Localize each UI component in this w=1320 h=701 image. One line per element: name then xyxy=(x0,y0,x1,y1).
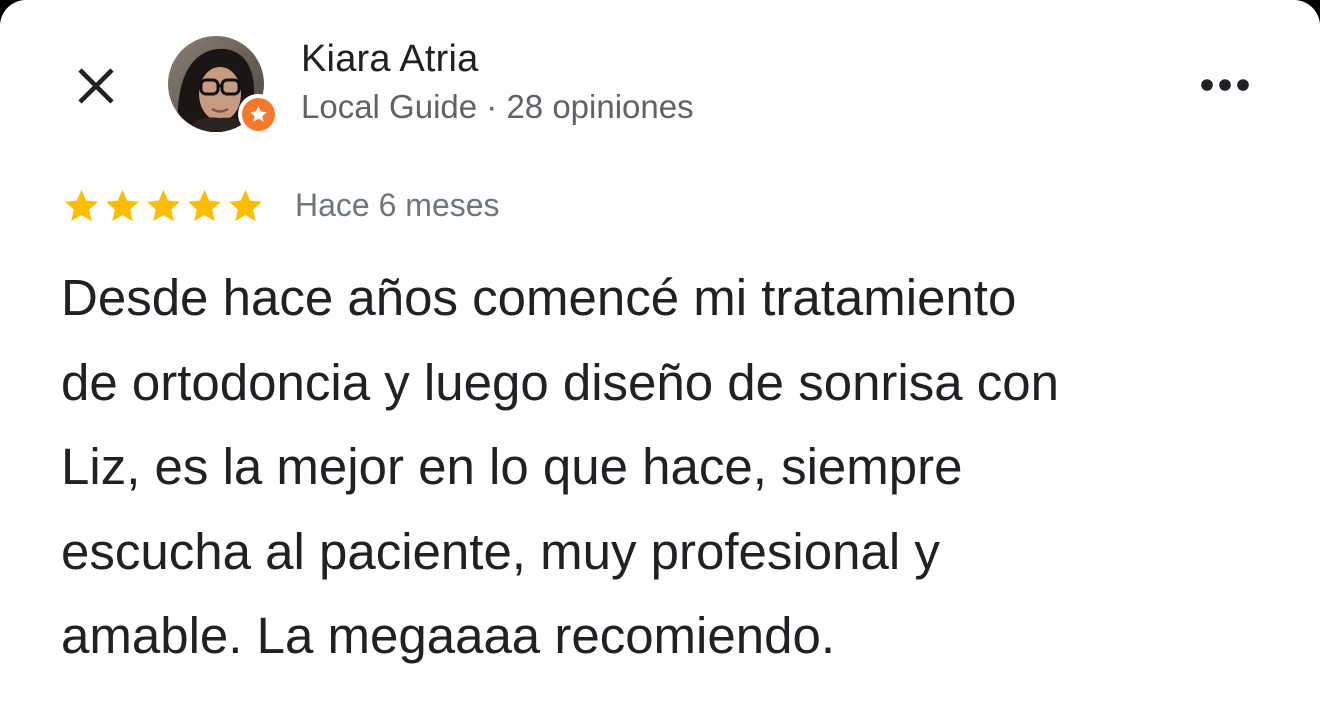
more-horizontal-icon xyxy=(1201,79,1249,91)
review-text-line: de ortodoncia y luego diseño de sonrisa … xyxy=(61,353,1060,411)
star-rating xyxy=(62,187,265,226)
review-text-line: escucha al paciente, muy profesional y xyxy=(61,522,940,580)
local-guide-star-icon xyxy=(241,97,275,131)
star-icon xyxy=(188,189,221,222)
star-icon xyxy=(106,189,139,222)
review-card: Kiara Atria Local Guide · 28 opiniones H… xyxy=(0,0,1320,701)
close-button[interactable] xyxy=(66,56,126,116)
local-guide-badge xyxy=(238,94,278,134)
star-icon xyxy=(229,189,262,222)
star-icon xyxy=(65,189,98,222)
review-time: Hace 6 meses xyxy=(295,187,500,223)
star-icon xyxy=(147,189,180,222)
review-text: Desde hace años comencé mi tratamiento d… xyxy=(61,256,1281,679)
more-options-button[interactable] xyxy=(1190,60,1260,110)
author-meta: Local Guide · 28 opiniones xyxy=(301,88,694,125)
review-text-line: Liz, es la mejor en lo que hace, siempre xyxy=(61,438,963,495)
review-text-line: Desde hace años comencé mi tratamiento xyxy=(61,269,1017,326)
review-text-line: amable. La megaaaa recomiendo. xyxy=(61,607,835,664)
author-name[interactable]: Kiara Atria xyxy=(301,38,479,81)
close-icon xyxy=(78,68,114,104)
